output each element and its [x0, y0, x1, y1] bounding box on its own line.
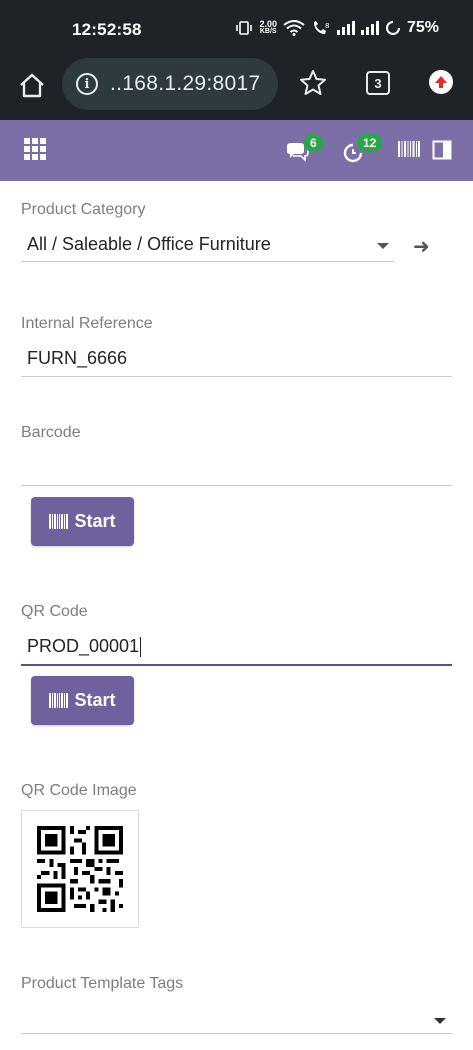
product-category-underline — [21, 261, 394, 262]
product-template-tags-underline — [21, 1033, 452, 1034]
site-info-icon[interactable]: i — [76, 73, 98, 95]
update-arrow-icon — [435, 76, 447, 88]
barcode-icon — [398, 141, 420, 157]
status-bar: 12:52:58 2.00 KB/S 8 75% — [0, 0, 473, 58]
tab-count: 3 — [374, 75, 382, 91]
bookmark-button[interactable] — [298, 68, 328, 98]
home-icon — [20, 73, 44, 98]
home-button[interactable] — [16, 70, 48, 102]
signal-icon-2 — [360, 21, 379, 35]
internal-reference-input[interactable]: FURN_6666 — [27, 348, 127, 369]
barcode-icon — [49, 514, 69, 529]
chevron-down-icon[interactable] — [434, 1018, 446, 1024]
svg-text:8: 8 — [325, 22, 329, 30]
barcode-scanner-button[interactable] — [398, 140, 420, 163]
internal-reference-label: Internal Reference — [21, 315, 153, 332]
barcode-start-button[interactable]: Start — [31, 497, 134, 546]
product-category-label: Product Category — [21, 201, 146, 218]
browser-update-button[interactable] — [429, 70, 453, 94]
address-bar[interactable]: i ..168.1.29:8017 — [62, 58, 278, 110]
star-icon — [300, 70, 326, 95]
arrow-right-icon[interactable]: ➜ — [413, 234, 430, 259]
product-template-tags-label: Product Template Tags — [21, 975, 184, 992]
chevron-down-icon[interactable] — [377, 243, 389, 249]
vibrate-icon — [235, 20, 253, 36]
product-category-select[interactable]: All / Saleable / Office Furniture — [27, 234, 271, 255]
network-speed: 2.00 KB/S — [259, 20, 277, 36]
qr-code-underline — [21, 664, 452, 666]
qr-code-label: QR Code — [21, 603, 88, 620]
barcode-icon — [49, 693, 69, 708]
app-navbar: 6 12 — [0, 120, 473, 181]
battery-icon — [385, 20, 401, 36]
panel-icon — [432, 140, 452, 160]
qr-code-value: PROD_00001 — [27, 636, 140, 656]
status-time: 12:52:58 — [72, 20, 142, 39]
qr-code-graphic — [37, 826, 123, 912]
battery-percent: 75% — [406, 19, 439, 36]
qr-code-start-button[interactable]: Start — [31, 676, 134, 725]
apps-menu-icon[interactable] — [24, 138, 46, 160]
barcode-label: Barcode — [21, 424, 81, 441]
product-template-tags-input[interactable] — [27, 1007, 427, 1031]
status-icons: 2.00 KB/S 8 75% — [235, 19, 439, 37]
activities-badge: 12 — [357, 134, 383, 152]
wifi-icon — [283, 20, 305, 36]
browser-toolbar: i ..168.1.29:8017 3 — [0, 58, 473, 120]
qr-code-image[interactable] — [21, 810, 139, 928]
qr-code-start-label: Start — [74, 690, 116, 710]
signal-icon-1 — [336, 21, 355, 35]
text-cursor — [140, 637, 142, 658]
qr-code-input[interactable]: PROD_00001 — [27, 636, 142, 658]
internal-reference-underline — [21, 376, 452, 377]
qr-code-image-label: QR Code Image — [21, 782, 137, 799]
messages-badge: 6 — [304, 134, 323, 152]
sidebar-toggle-button[interactable] — [432, 140, 452, 165]
barcode-start-label: Start — [74, 511, 116, 531]
call-icon: 8 — [311, 20, 331, 36]
url-text: ..168.1.29:8017 — [110, 72, 261, 95]
barcode-underline — [21, 485, 452, 486]
net-speed-unit: KB/S — [259, 28, 277, 35]
tab-switcher-button[interactable]: 3 — [366, 71, 390, 95]
net-speed-value: 2.00 — [259, 19, 277, 29]
